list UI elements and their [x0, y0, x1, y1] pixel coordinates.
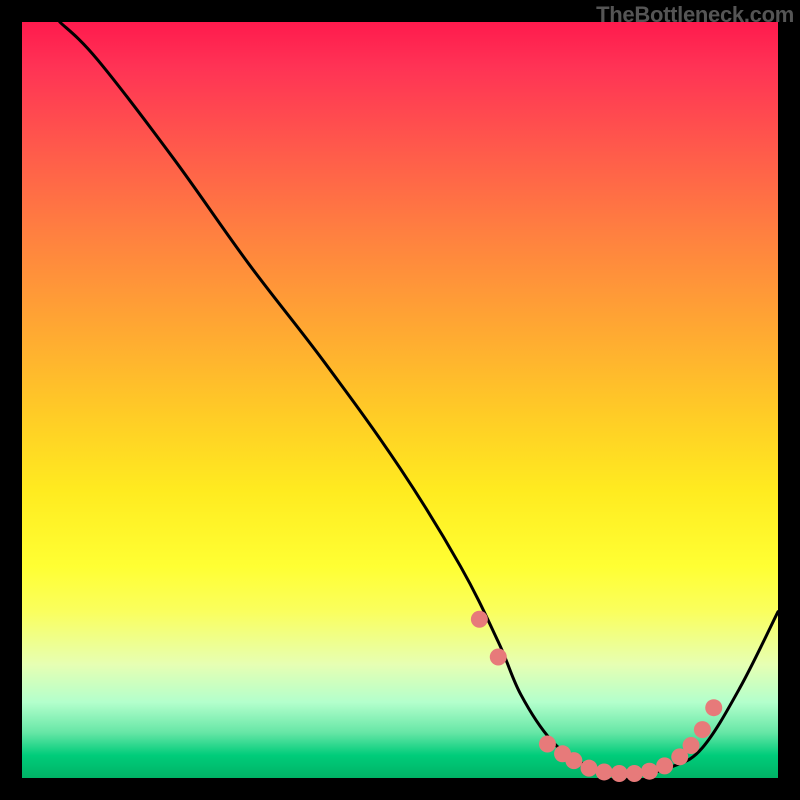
watermark-text: TheBottleneck.com — [596, 2, 794, 28]
highlight-dot — [694, 721, 711, 738]
highlight-dot — [641, 763, 658, 780]
highlight-dot — [656, 757, 673, 774]
highlight-dot — [565, 752, 582, 769]
highlight-dot — [581, 760, 598, 777]
highlight-dot — [705, 699, 722, 716]
highlight-dots-group — [471, 611, 722, 782]
highlight-dot — [490, 649, 507, 666]
bottleneck-curve — [60, 22, 778, 776]
highlight-dot — [611, 765, 628, 782]
highlight-dot — [539, 735, 556, 752]
highlight-dot — [596, 763, 613, 780]
highlight-dot — [626, 765, 643, 782]
highlight-dot — [683, 737, 700, 754]
highlight-dot — [471, 611, 488, 628]
chart-svg — [22, 22, 778, 778]
